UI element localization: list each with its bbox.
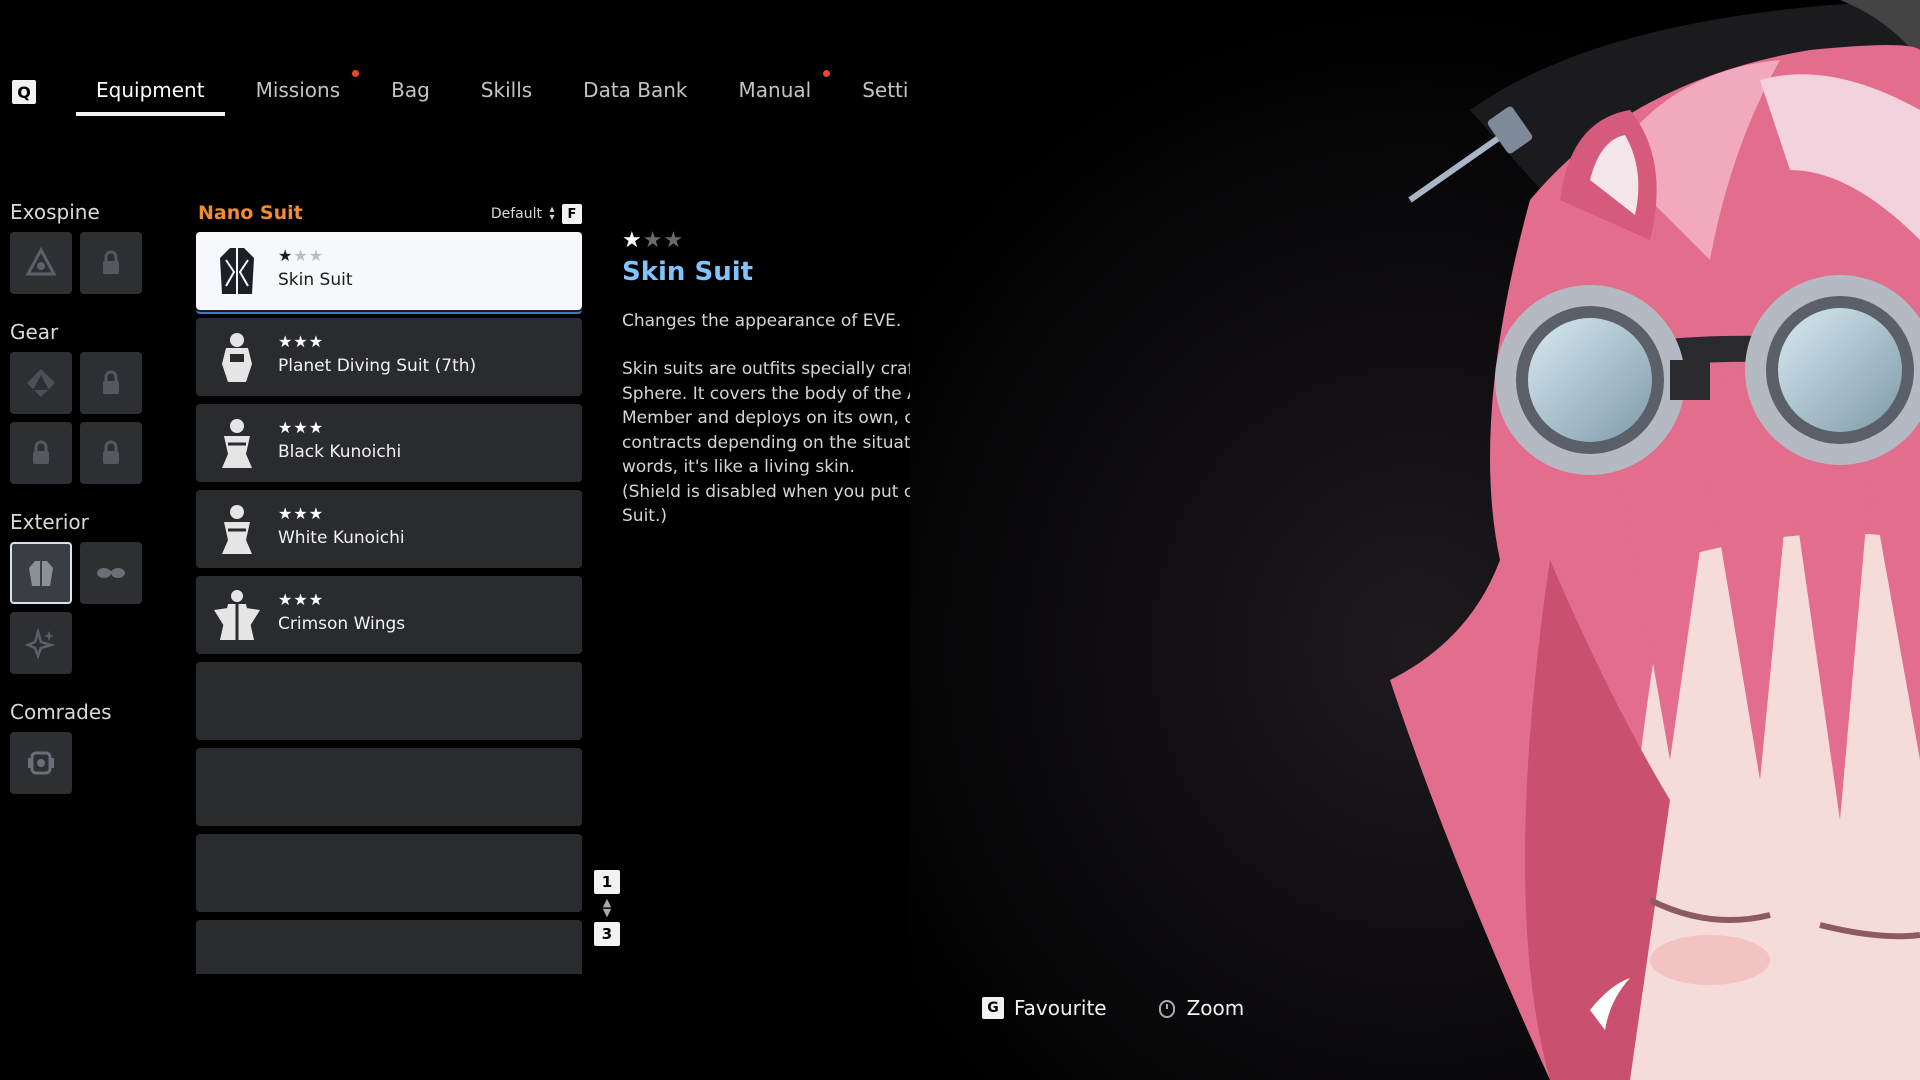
category-title: Gear: [10, 320, 59, 344]
comrade-slot[interactable]: [10, 732, 72, 794]
gear-module-icon: [27, 369, 55, 397]
diving-suit-icon: [222, 333, 252, 382]
scroll-arrows-icon: ▲ ▼: [602, 896, 612, 919]
empty-suit-slot[interactable]: [196, 834, 582, 912]
mouse-scroll-icon: [1158, 1000, 1175, 1018]
tab-bar: Equipment Missions Bag Skills Data Bank …: [76, 70, 995, 116]
page-down-key[interactable]: 3: [594, 922, 620, 946]
nano-suit-slot[interactable]: [10, 542, 72, 604]
notification-dot: [352, 70, 360, 77]
list-title: Nano Suit: [198, 202, 303, 224]
rarity-stars: ★★★: [278, 418, 325, 437]
empty-suit-slot[interactable]: [196, 748, 582, 826]
character-illustration: [910, 0, 1920, 1080]
category-exospine: Exospine: [10, 200, 150, 294]
glasses-icon: [97, 568, 125, 578]
locked-slot[interactable]: [80, 352, 142, 414]
suit-card-crimson-wings[interactable]: ★★★ Crimson Wings: [196, 576, 582, 654]
footer-actions: G Favourite Zoom: [982, 996, 1244, 1020]
category-exterior: Exterior: [10, 510, 150, 674]
rarity-stars: ★★★: [278, 590, 325, 609]
tab-data-bank[interactable]: Data Bank: [583, 70, 687, 116]
favourite-key[interactable]: G: [982, 997, 1004, 1019]
zoom-control[interactable]: Zoom: [1157, 996, 1245, 1020]
exospine-slot[interactable]: [10, 232, 72, 294]
locked-slot[interactable]: [10, 422, 72, 484]
suit-name: Black Kunoichi: [278, 442, 402, 462]
sort-key[interactable]: F: [562, 204, 582, 224]
wings-suit-icon: [214, 590, 260, 640]
locked-slot[interactable]: [80, 232, 142, 294]
character-portrait: [910, 0, 1920, 1080]
category-title: Comrades: [10, 700, 112, 724]
top-navigation: Q Equipment Missions Bag Skills Data Ban…: [12, 70, 1020, 118]
kunoichi-suit-icon: [222, 419, 252, 468]
list-header: Nano Suit Default ▴ ▾ F: [198, 202, 582, 228]
suit-card-skin-suit[interactable]: ★★★ Skin Suit: [196, 232, 582, 310]
lock-icon: [33, 440, 49, 464]
tab-manual[interactable]: Manual: [739, 70, 831, 116]
sort-control[interactable]: Default ▴ ▾ F: [491, 204, 582, 224]
drone-icon: [28, 751, 54, 775]
suit-icon: [29, 561, 53, 586]
tab-missions[interactable]: Missions: [256, 70, 360, 116]
page-up-key[interactable]: 1: [594, 870, 620, 894]
lock-icon: [103, 440, 119, 464]
category-title: Exterior: [10, 510, 89, 534]
sort-label: Default: [490, 206, 542, 222]
locked-slot[interactable]: [80, 422, 142, 484]
suit-list: ★★★ Skin Suit ★★★ Planet Diving Suit (7t…: [196, 232, 582, 974]
exospine-icon: [25, 246, 57, 276]
skin-suit-icon: [220, 248, 254, 294]
tab-equipment[interactable]: Equipment: [76, 70, 225, 116]
empty-suit-slot[interactable]: [196, 662, 582, 740]
kunoichi-suit-icon: [222, 505, 252, 554]
suit-name: White Kunoichi: [278, 528, 405, 548]
rarity-stars: ★★★: [278, 504, 325, 523]
sort-arrows-icon: ▴ ▾: [549, 204, 555, 223]
category-gear: Gear: [10, 320, 150, 484]
category-title: Exospine: [10, 200, 100, 224]
page-switcher: 1 ▲ ▼ 3: [594, 870, 620, 946]
favourite-label[interactable]: Favourite: [1014, 996, 1107, 1020]
effect-slot[interactable]: [10, 612, 72, 674]
accessory-slot[interactable]: [80, 542, 142, 604]
zoom-label: Zoom: [1186, 996, 1245, 1020]
equipment-categories: Exospine Gear Exterior Comrades: [10, 200, 150, 820]
tab-skills[interactable]: Skills: [481, 70, 532, 116]
sparkle-icon: [24, 627, 56, 660]
suit-card-white-kunoichi[interactable]: ★★★ White Kunoichi: [196, 490, 582, 568]
rarity-stars: ★★★: [278, 246, 325, 265]
category-comrades: Comrades: [10, 700, 150, 794]
rarity-stars: ★★★: [278, 332, 325, 351]
suit-name: Skin Suit: [278, 270, 353, 290]
suit-card-planet-diving-suit[interactable]: ★★★ Planet Diving Suit (7th): [196, 318, 582, 396]
suit-card-black-kunoichi[interactable]: ★★★ Black Kunoichi: [196, 404, 582, 482]
notification-dot: [823, 70, 831, 77]
prev-tab-key[interactable]: Q: [12, 80, 36, 104]
lock-icon: [103, 370, 119, 394]
gear-slot[interactable]: [10, 352, 72, 414]
suit-name: Planet Diving Suit (7th): [278, 356, 477, 376]
empty-suit-slot[interactable]: [196, 920, 582, 974]
tab-bag[interactable]: Bag: [391, 70, 430, 116]
suit-name: Crimson Wings: [278, 614, 406, 634]
lock-icon: [103, 250, 119, 274]
